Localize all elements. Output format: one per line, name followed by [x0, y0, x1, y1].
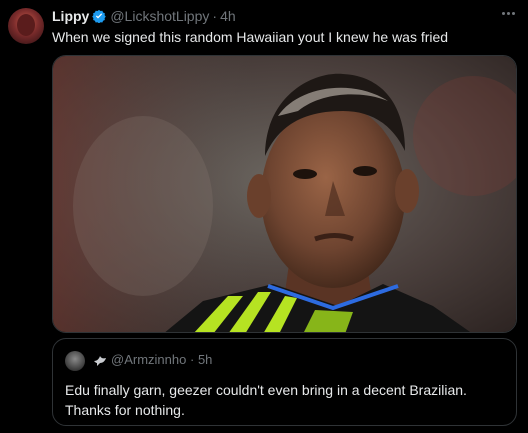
tweet-timestamp[interactable]: 4h — [220, 8, 236, 24]
tweet-header: Lippy @LickshotLippy · 4h — [52, 7, 236, 25]
quoted-timestamp[interactable]: 5h — [198, 352, 212, 367]
dove-icon — [92, 352, 108, 368]
quoted-author-handle[interactable]: @Armzinnho — [111, 352, 186, 367]
author-avatar[interactable] — [8, 8, 44, 44]
tweet-image[interactable] — [52, 55, 517, 333]
separator-dot: · — [212, 8, 218, 24]
author-handle[interactable]: @LickshotLippy — [110, 8, 209, 24]
more-options-icon[interactable] — [498, 5, 518, 21]
tweet[interactable]: Lippy @LickshotLippy · 4h When we signed… — [0, 0, 528, 433]
quoted-author-avatar[interactable] — [65, 351, 85, 371]
quoted-author-meta: @Armzinnho · 5h — [111, 352, 212, 367]
quoted-tweet[interactable]: @Armzinnho · 5h Edu finally garn, geezer… — [52, 338, 517, 426]
separator-dot: · — [189, 352, 195, 367]
author-name[interactable]: Lippy — [52, 8, 89, 24]
verified-badge-icon — [92, 9, 107, 23]
tweet-text: When we signed this random Hawaiian yout… — [52, 29, 449, 45]
quoted-text: Edu finally garn, geezer couldn't even b… — [65, 382, 467, 418]
